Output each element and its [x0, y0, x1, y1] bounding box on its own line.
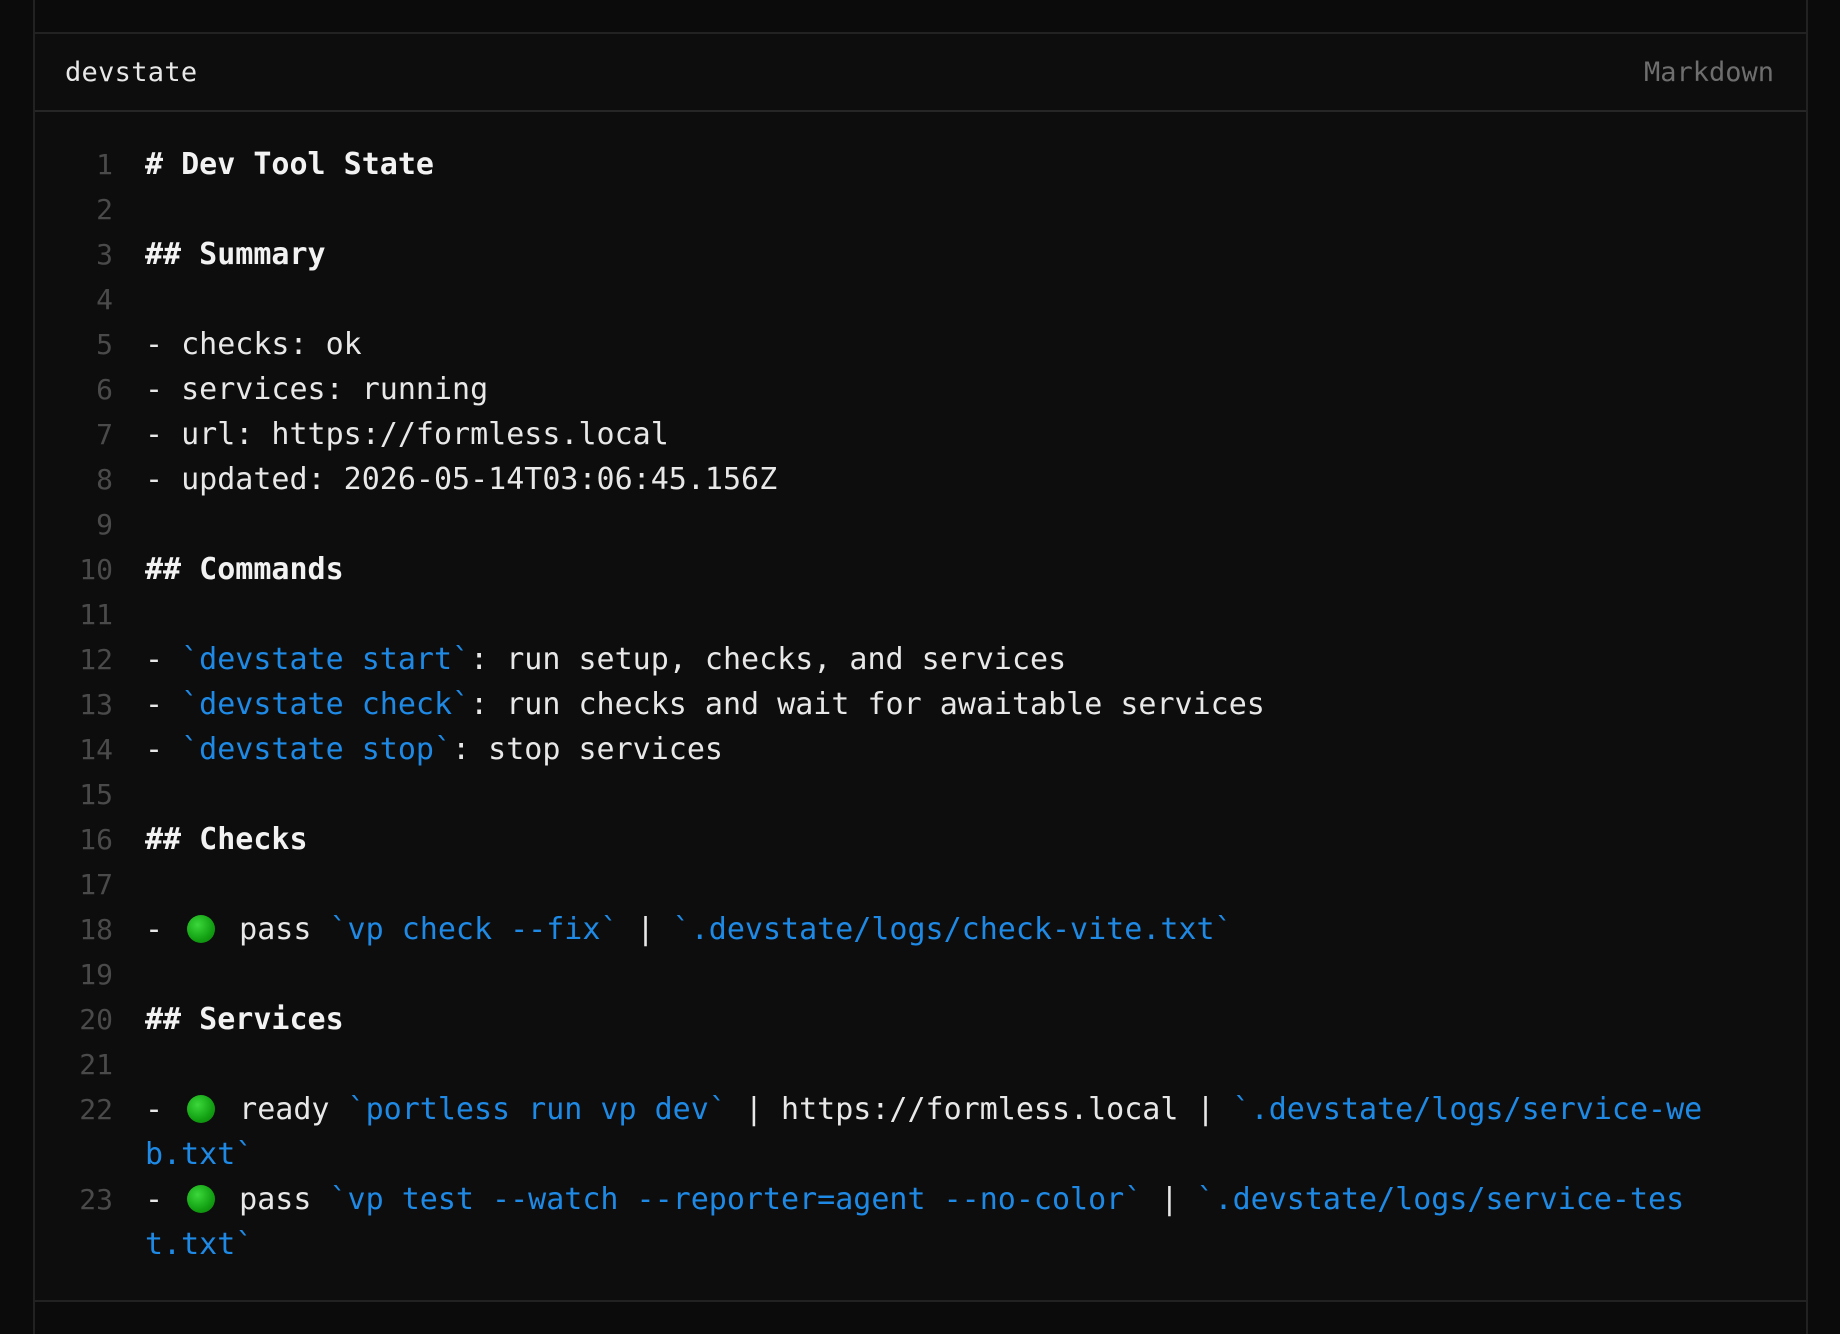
code-line: 18 - pass `vp check --fix` | `.devstate/…	[35, 907, 1806, 952]
code-line: 7 - url: https://formless.local	[35, 412, 1806, 457]
status-text: pass	[221, 1182, 330, 1217]
line-number: 11	[79, 598, 113, 631]
code-line: 19	[35, 952, 1806, 997]
inline-code: `.devstate/logs/check-vite.txt`	[672, 912, 1233, 947]
service-item: - pass `vp test --watch --reporter=agent…	[145, 1182, 1685, 1262]
line-number: 23	[79, 1183, 113, 1216]
check-item: - pass `vp check --fix` | `.devstate/log…	[145, 912, 1233, 947]
heading-summary: ## Summary	[145, 237, 326, 272]
code-line: 12 - `devstate start`: run setup, checks…	[35, 637, 1806, 682]
summary-updated: - updated: 2026-05-14T03:06:45.156Z	[145, 462, 778, 497]
inline-code: `portless run vp dev`	[347, 1092, 727, 1127]
command-item: - `devstate start`: run setup, checks, a…	[145, 642, 1067, 677]
summary-url: - url: https://formless.local	[145, 417, 669, 452]
inline-code: `vp check --fix`	[329, 912, 619, 947]
code-line: 3 ## Summary	[35, 232, 1806, 277]
green-circle-icon	[187, 1095, 216, 1123]
code-line: 16 ## Checks	[35, 817, 1806, 862]
line-number: 3	[96, 238, 113, 271]
code-line: 5 - checks: ok	[35, 322, 1806, 367]
code-line: 22 - ready `portless run vp dev` | https…	[35, 1087, 1806, 1177]
line-number: 18	[79, 913, 113, 946]
line-number: 17	[79, 868, 113, 901]
line-number: 14	[79, 733, 113, 766]
command-item: - `devstate check`: run checks and wait …	[145, 687, 1265, 722]
line-number: 6	[96, 373, 113, 406]
green-circle-icon	[187, 1185, 216, 1213]
line-number: 9	[96, 508, 113, 541]
code-line: 14 - `devstate stop`: stop services	[35, 727, 1806, 772]
code-line: 21	[35, 1042, 1806, 1087]
line-number: 12	[79, 643, 113, 676]
line-number: 4	[96, 283, 113, 316]
heading-commands: ## Commands	[145, 552, 344, 587]
green-circle-icon	[187, 915, 216, 943]
file-title: devstate	[65, 56, 198, 88]
service-item: - ready `portless run vp dev` | https://…	[145, 1092, 1703, 1172]
code-line: 20 ## Services	[35, 997, 1806, 1042]
code-line: 13 - `devstate check`: run checks and wa…	[35, 682, 1806, 727]
line-number: 2	[96, 193, 113, 226]
summary-checks: - checks: ok	[145, 327, 362, 362]
inline-code: `devstate stop`	[181, 732, 453, 767]
code-line: 8 - updated: 2026-05-14T03:06:45.156Z	[35, 457, 1806, 502]
line-number: 21	[79, 1048, 113, 1081]
status-text: ready	[221, 1092, 348, 1127]
summary-services: - services: running	[145, 372, 489, 407]
code-line: 6 - services: running	[35, 367, 1806, 412]
code-view[interactable]: 1 # Dev Tool State 2 3 ## Summary 4 5 - …	[35, 112, 1806, 1267]
editor-panel: devstate Markdown 1 # Dev Tool State 2 3…	[35, 34, 1806, 1300]
code-line: 15	[35, 772, 1806, 817]
heading-1: # Dev Tool State	[145, 147, 434, 182]
line-number: 8	[96, 463, 113, 496]
code-line: 4	[35, 277, 1806, 322]
bottom-divider	[35, 1300, 1806, 1302]
line-number: 16	[79, 823, 113, 856]
inline-code: `vp test --watch --reporter=agent --no-c…	[329, 1182, 1143, 1217]
line-number: 13	[79, 688, 113, 721]
editor-header: devstate Markdown	[35, 34, 1806, 112]
line-number: 7	[96, 418, 113, 451]
line-number: 5	[96, 328, 113, 361]
status-text: pass	[221, 912, 330, 947]
code-line: 17	[35, 862, 1806, 907]
code-line: 9	[35, 502, 1806, 547]
line-number: 10	[79, 553, 113, 586]
line-number: 15	[79, 778, 113, 811]
code-line: 1 # Dev Tool State	[35, 142, 1806, 187]
inline-code: `devstate check`	[181, 687, 471, 722]
code-line: 10 ## Commands	[35, 547, 1806, 592]
inline-code: `devstate start`	[181, 642, 471, 677]
line-number: 19	[79, 958, 113, 991]
heading-services: ## Services	[145, 1002, 344, 1037]
code-line: 11	[35, 592, 1806, 637]
line-number: 22	[79, 1093, 113, 1126]
code-line: 23 - pass `vp test --watch --reporter=ag…	[35, 1177, 1806, 1267]
code-line: 2	[35, 187, 1806, 232]
language-label: Markdown	[1643, 56, 1774, 88]
line-number: 1	[96, 148, 113, 181]
heading-checks: ## Checks	[145, 822, 308, 857]
command-item: - `devstate stop`: stop services	[145, 732, 723, 767]
line-number: 20	[79, 1003, 113, 1036]
